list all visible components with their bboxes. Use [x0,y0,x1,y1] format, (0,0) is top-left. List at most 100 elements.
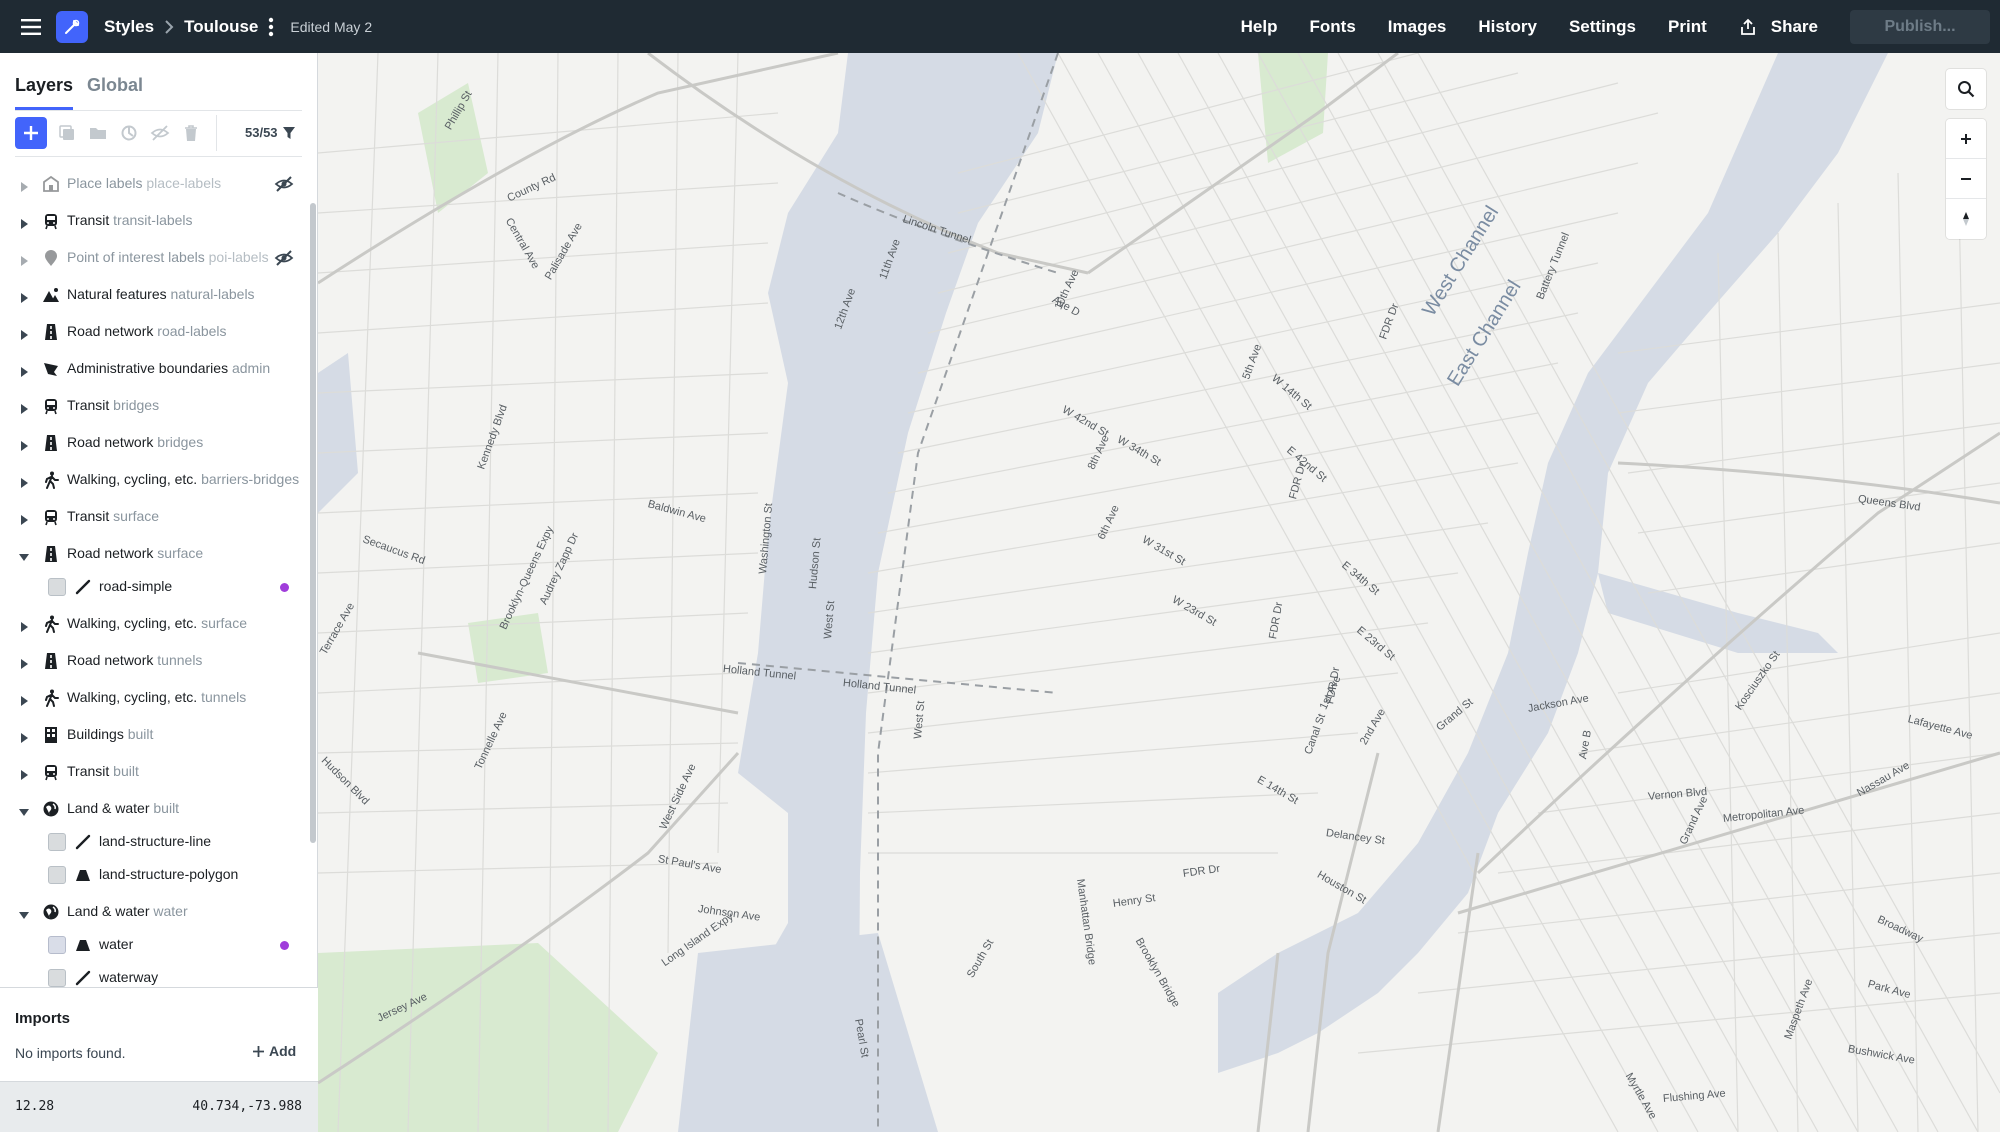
caret-right-icon[interactable] [19,364,29,377]
caret-right-icon[interactable] [19,253,29,266]
caret-right-icon[interactable] [19,216,29,229]
transit-icon [42,397,60,415]
layer-row[interactable]: road-simple [0,572,310,602]
folder-icon[interactable] [87,122,109,144]
layer-group-label: Transit bridges [67,397,159,413]
layer-group-row[interactable]: Buildings built [0,720,310,750]
layer-group-row[interactable]: Place labels place-labels [0,169,310,199]
studio-logo-icon[interactable] [56,10,88,43]
caret-right-icon[interactable] [19,730,29,743]
layer-name: land-structure-line [99,833,212,849]
map-canvas[interactable]: West Channel East Channel Holland Tunnel Ho… [318,53,2000,1132]
layer-color-swatch[interactable] [48,833,66,851]
caret-right-icon[interactable] [19,767,29,780]
top-navigation: Help Fonts Images History Settings Print… [1241,0,2000,53]
caret-down-icon[interactable] [19,549,29,561]
layer-group-row[interactable]: Point of interest labels poi-labels [0,243,310,273]
caret-right-icon[interactable] [19,327,29,340]
zoom-out-button[interactable] [1946,159,1986,199]
layer-list: Place labels place-labels Transit transit… [0,159,310,987]
layer-group-row[interactable]: Transit built [0,757,310,787]
imports-title: Imports [15,1010,71,1027]
layer-list-scrollbar[interactable] [310,203,316,843]
share-button[interactable]: Share [1739,17,1818,37]
layer-group-name: Walking, cycling, etc. [67,615,198,631]
caret-right-icon[interactable] [19,656,29,669]
layer-group-row[interactable]: Road network road-labels [0,317,310,347]
layer-row[interactable]: land-structure-line [0,827,310,857]
layer-group-row[interactable]: Natural features natural-labels [0,280,310,310]
filter-icon[interactable] [282,126,296,140]
caret-right-icon[interactable] [19,179,29,192]
hide-icon[interactable] [149,122,171,144]
park-area [418,83,488,213]
layer-row[interactable]: land-structure-polygon [0,860,310,890]
layer-group-row[interactable]: Land & water built [0,794,310,824]
compass-icon [1963,212,1969,226]
ungroup-icon[interactable] [118,122,140,144]
modified-indicator [280,941,289,950]
layer-row[interactable]: waterway [0,963,310,987]
caret-down-icon[interactable] [19,907,29,919]
layer-color-swatch[interactable] [48,936,66,954]
add-layer-button[interactable] [15,116,47,149]
layer-group-label: Walking, cycling, etc. tunnels [67,689,246,705]
caret-right-icon[interactable] [19,619,29,632]
buildings-icon [42,726,60,744]
more-options-icon[interactable] [268,17,274,37]
layer-group-row[interactable]: Walking, cycling, etc. barriers-bridges [0,465,310,495]
layer-row[interactable]: water [0,930,310,960]
add-import-button[interactable]: Add [252,1043,296,1059]
layer-group-row[interactable]: Transit bridges [0,391,310,421]
layer-group-row[interactable]: Road network bridges [0,428,310,458]
layer-group-row[interactable]: Walking, cycling, etc. surface [0,609,310,639]
fonts-link[interactable]: Fonts [1310,17,1356,37]
caret-right-icon[interactable] [19,290,29,303]
layer-group-row[interactable]: Transit transit-labels [0,206,310,236]
help-link[interactable]: Help [1241,17,1278,37]
layer-slot-name: water [153,903,188,919]
layer-group-row[interactable]: Administrative boundaries admin [0,354,310,384]
layer-color-swatch[interactable] [48,578,66,596]
layer-color-swatch[interactable] [48,969,66,987]
visibility-off-icon[interactable] [274,248,294,268]
visibility-off-icon[interactable] [274,174,294,194]
map-search-button[interactable] [1946,69,1986,109]
caret-right-icon[interactable] [19,693,29,706]
layers-sidebar: Layers Global 53/53 Place labels place-l… [0,53,318,1132]
zoom-in-button[interactable] [1946,119,1986,159]
tab-layers[interactable]: Layers [15,75,74,110]
history-link[interactable]: History [1478,17,1537,37]
menu-icon[interactable] [0,0,62,53]
style-name[interactable]: Toulouse [184,17,258,37]
layer-group-row[interactable]: Road network surface [0,539,310,569]
layer-group-row[interactable]: Land & water water [0,897,310,927]
caret-right-icon[interactable] [19,512,29,525]
images-link[interactable]: Images [1388,17,1447,37]
line-layer-icon [74,578,92,596]
layer-group-label: Land & water built [67,800,179,816]
layer-group-row[interactable]: Road network tunnels [0,646,310,676]
breadcrumb-styles-link[interactable]: Styles [104,17,154,37]
share-label: Share [1770,16,1818,36]
trash-icon[interactable] [180,122,202,144]
settings-link[interactable]: Settings [1569,17,1636,37]
layer-group-row[interactable]: Walking, cycling, etc. tunnels [0,683,310,713]
compass-button[interactable] [1946,199,1986,239]
road-icon [42,323,60,341]
duplicate-icon[interactable] [56,122,78,144]
caret-right-icon[interactable] [19,401,29,414]
edited-timestamp: Edited May 2 [290,18,373,35]
layer-group-row[interactable]: Transit surface [0,502,310,532]
layer-group-name: Walking, cycling, etc. [67,471,198,487]
publish-button[interactable]: Publish... [1850,9,1990,44]
transit-icon [42,212,60,230]
caret-right-icon[interactable] [19,475,29,488]
tab-global[interactable]: Global [87,75,143,96]
layer-color-swatch[interactable] [48,866,66,884]
road-icon [42,652,60,670]
print-link[interactable]: Print [1668,17,1707,37]
caret-down-icon[interactable] [19,804,29,816]
caret-right-icon[interactable] [19,438,29,451]
layer-slot-name: tunnels [157,652,203,668]
